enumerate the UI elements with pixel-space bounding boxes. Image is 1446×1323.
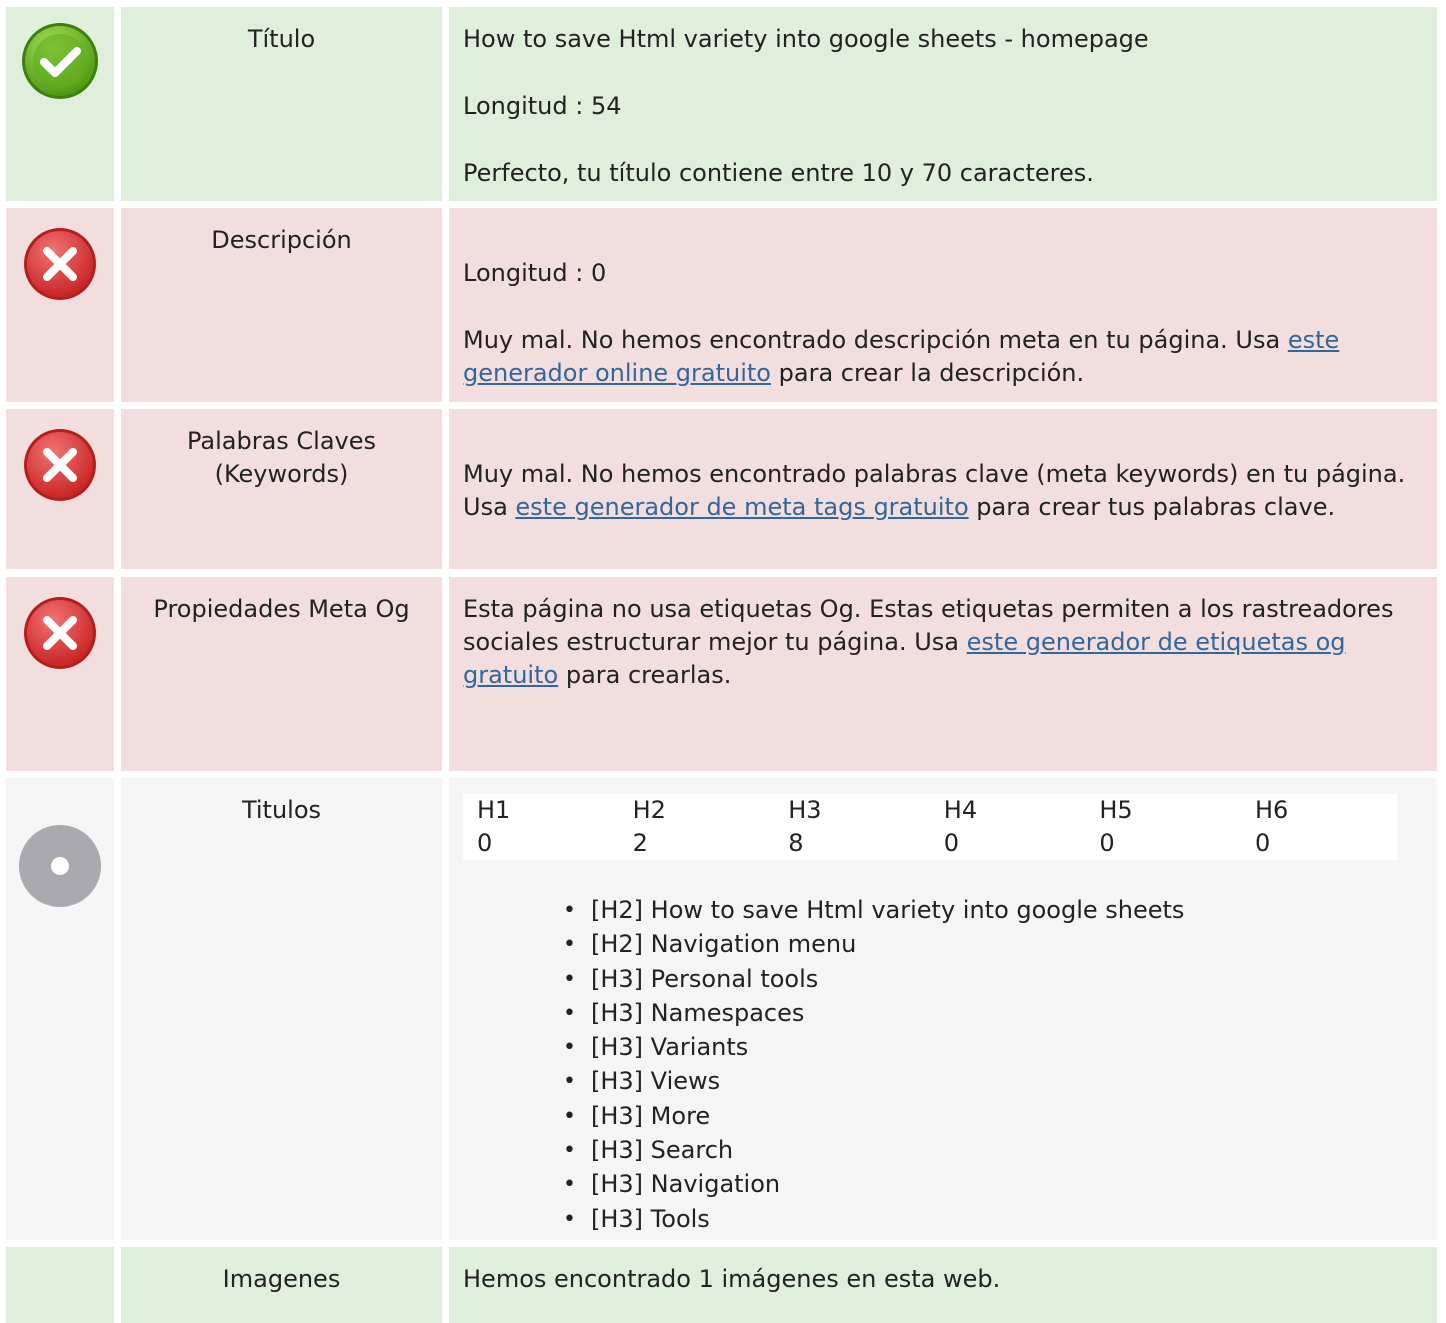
- list-item: [H2] How to save Html variety into googl…: [563, 894, 1423, 928]
- title-length: Longitud : 54: [463, 92, 622, 120]
- row-content: Esta página no usa etiquetas Og. Estas e…: [449, 577, 1437, 771]
- status-cell: [6, 1247, 114, 1323]
- row-label: Palabras Claves (Keywords): [121, 409, 442, 569]
- status-cell: [6, 409, 114, 569]
- row-label-line: (Keywords): [214, 460, 349, 488]
- message-text: para crear la descripción.: [771, 359, 1085, 387]
- headings-list: [H2] How to save Html variety into googl…: [463, 894, 1423, 1237]
- list-item: [H3] Navigation: [563, 1168, 1423, 1202]
- description-message: Muy mal. No hemos encontrado descripción…: [463, 324, 1423, 390]
- row-label-line: Palabras Claves: [186, 427, 377, 455]
- row-content: Hemos encontrado 1 imágenes en esta web.: [449, 1247, 1437, 1323]
- row-content: Longitud : 0 Muy mal. No hemos encontrad…: [449, 208, 1437, 402]
- list-item: [H3] Views: [563, 1065, 1423, 1099]
- keywords-message: Muy mal. No hemos encontrado palabras cl…: [463, 458, 1423, 524]
- list-item: [H3] Personal tools: [563, 963, 1423, 997]
- status-cell: [6, 7, 114, 201]
- heading-level-header: H1: [477, 796, 511, 824]
- list-item: [H3] Search: [563, 1134, 1423, 1168]
- row-keywords: Palabras Claves (Keywords) Muy mal. No h…: [0, 409, 1446, 569]
- message-text: para crearlas.: [558, 661, 732, 689]
- row-descripcion: Descripción Longitud : 0 Muy mal. No hem…: [0, 208, 1446, 402]
- row-label: Propiedades Meta Og: [121, 577, 442, 771]
- row-titulos: Titulos H1 H2 H3 H4 H5 H6 0 2 8 0 0 0 [H2] How to s…: [0, 778, 1446, 1240]
- row-imagenes: Imagenes Hemos encontrado 1 imágenes en …: [0, 1247, 1446, 1323]
- meta-tags-generator-link[interactable]: este generador de meta tags gratuito: [515, 493, 968, 521]
- heading-level-count: 2: [632, 829, 648, 857]
- heading-level-header: H4: [943, 796, 978, 824]
- images-message: Hemos encontrado 1 imágenes en esta web.: [463, 1265, 1001, 1293]
- row-og: Propiedades Meta Og Esta página no usa e…: [0, 577, 1446, 771]
- row-content: H1 H2 H3 H4 H5 H6 0 2 8 0 0 0 [H2] How to save Html…: [449, 778, 1437, 1240]
- heading-level-count: 0: [1099, 829, 1115, 857]
- x-circle-icon: [24, 597, 96, 669]
- heading-level-header: H2: [632, 796, 666, 824]
- status-cell: [6, 778, 114, 1240]
- heading-level-count: 0: [1254, 829, 1271, 857]
- heading-level-header: H6: [1254, 796, 1289, 824]
- list-item: [H3] More: [563, 1100, 1423, 1134]
- message-text: para crear tus palabras clave.: [968, 493, 1336, 521]
- x-circle-icon: [24, 228, 96, 300]
- list-item: [H3] Namespaces: [563, 997, 1423, 1031]
- heading-level-count: 0: [477, 829, 493, 857]
- description-length: Longitud : 0: [463, 259, 607, 287]
- x-circle-icon: [24, 429, 96, 501]
- list-item: [H2] Navigation menu: [563, 928, 1423, 962]
- heading-level-count: 8: [788, 829, 804, 857]
- row-content: How to save Html variety into google she…: [449, 7, 1437, 201]
- list-item: [H3] Variants: [563, 1031, 1423, 1065]
- heading-level-count: 0: [943, 829, 960, 857]
- row-label: Titulos: [121, 778, 442, 1240]
- heading-level-header: H5: [1099, 796, 1133, 824]
- headings-count-table: H1 H2 H3 H4 H5 H6 0 2 8 0 0 0: [463, 794, 1397, 860]
- list-item: [H3] Tools: [563, 1203, 1423, 1237]
- og-message: Esta página no usa etiquetas Og. Estas e…: [463, 593, 1423, 692]
- message-text: Muy mal. No hemos encontrado descripción…: [463, 326, 1288, 354]
- row-label: Descripción: [121, 208, 442, 402]
- row-label: Título: [121, 7, 442, 201]
- status-cell: [6, 208, 114, 402]
- row-titulo: Título How to save Html variety into goo…: [0, 7, 1446, 201]
- row-label: Imagenes: [121, 1247, 442, 1323]
- status-cell: [6, 577, 114, 771]
- check-circle-icon: [22, 23, 98, 99]
- row-content: Muy mal. No hemos encontrado palabras cl…: [449, 409, 1437, 569]
- title-message: Perfecto, tu título contiene entre 10 y …: [463, 159, 1094, 187]
- info-dot-icon: [19, 825, 101, 907]
- page-title-value: How to save Html variety into google she…: [463, 25, 1149, 53]
- heading-level-header: H3: [788, 796, 822, 824]
